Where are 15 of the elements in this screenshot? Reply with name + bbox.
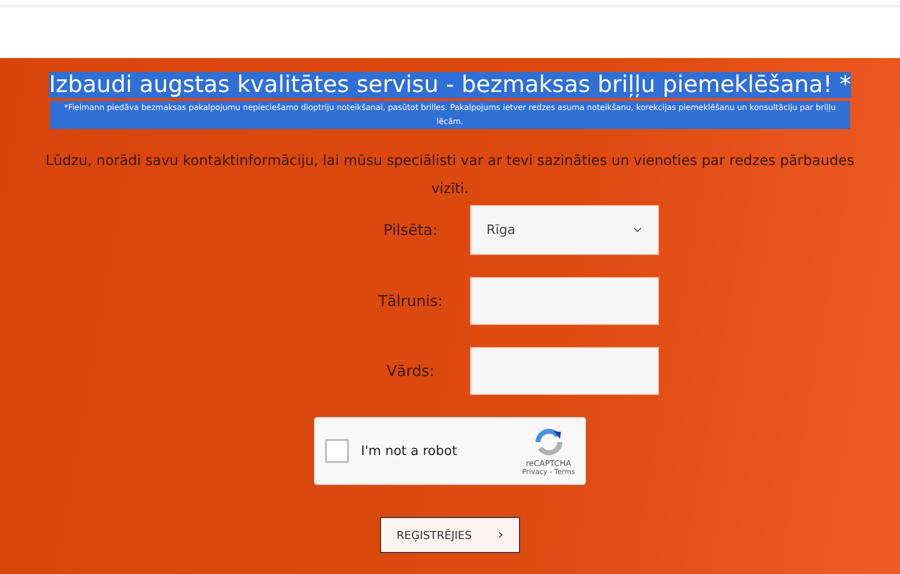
heading: Izbaudi augstas kvalitātes servisu - bezmaksas briļļu piemeklēšana! * bbox=[48, 72, 851, 98]
input-field[interactable] bbox=[470, 347, 658, 395]
captcha-brand: reCAPTCHA bbox=[526, 458, 572, 468]
city-select[interactable]: Rīga bbox=[470, 205, 658, 255]
field-label: Tālrunis: bbox=[377, 292, 444, 310]
field-label: Vārds: bbox=[386, 362, 436, 380]
captcha-label: I'm not a robot bbox=[361, 444, 458, 458]
intro-text: Lūdzu, norādi savu kontaktinformāciju, lai mūsu speciālisti var ar tevi sazināties un vienoties par redzes pārbaudes vizīti. bbox=[44, 152, 856, 199]
recaptcha-logo-icon bbox=[534, 426, 564, 456]
checkbox[interactable] bbox=[325, 439, 349, 463]
footnote: *Fielmann piedāva bezmaksas pakalpojumu nepieciešamo dioptriju noteikšanai, pasūtot brilles. Pakalpojums ietver redzes asuma noteikšanu, korekcijas piemeklēšanu un konsultāciju par briļļu lēcām. bbox=[50, 101, 850, 129]
field-label: Pilsēta: bbox=[382, 221, 439, 239]
input-field[interactable] bbox=[470, 277, 658, 325]
register-button[interactable]: REĢISTRĒJIES › bbox=[380, 517, 520, 553]
chevron-down-icon bbox=[632, 227, 642, 233]
